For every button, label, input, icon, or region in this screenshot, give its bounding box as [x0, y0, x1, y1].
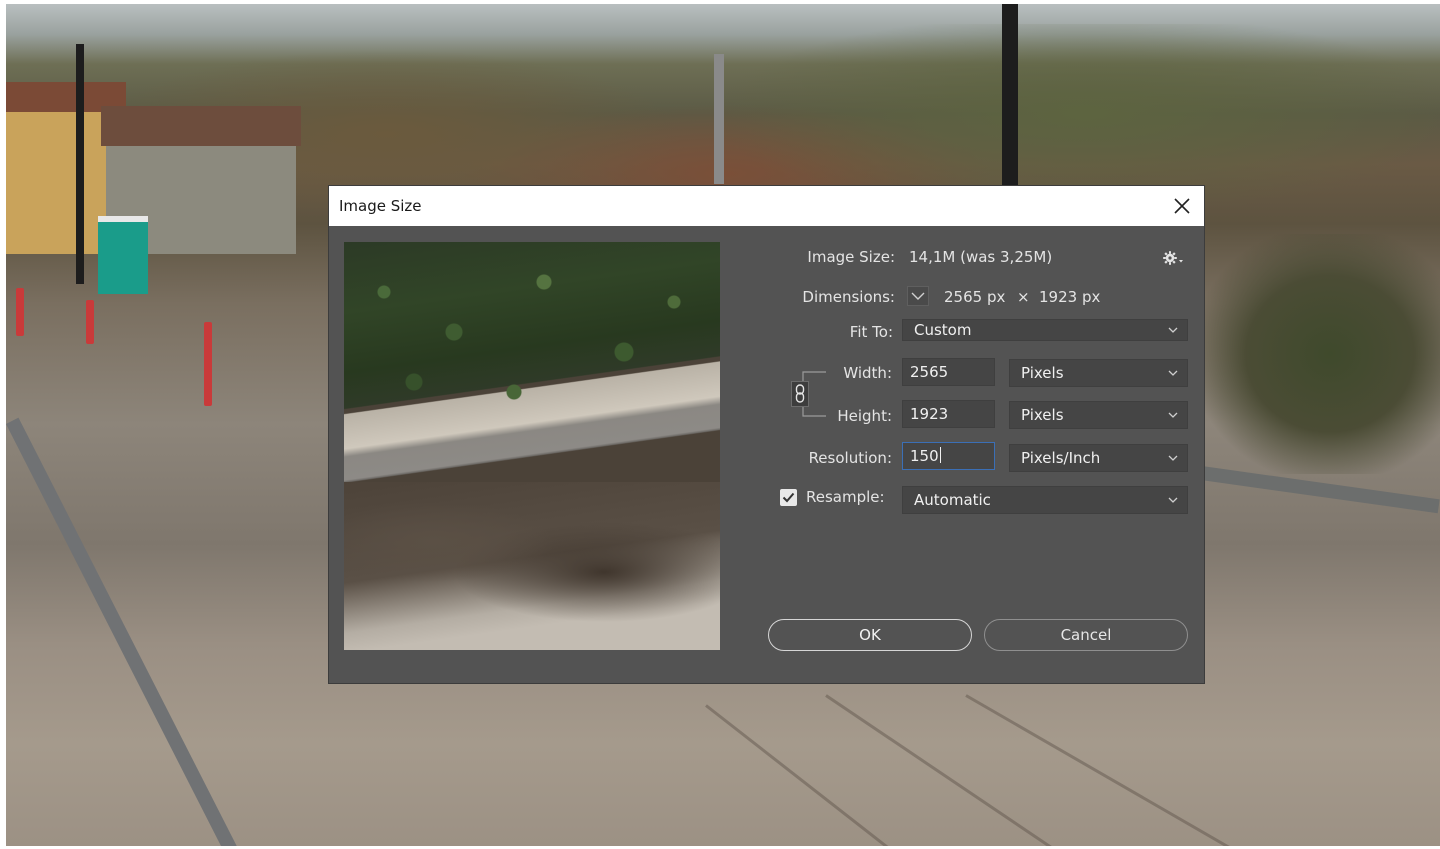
- gear-icon[interactable]: [1161, 248, 1185, 268]
- width-label: Width:: [843, 364, 892, 382]
- resample-select[interactable]: Automatic: [902, 486, 1188, 514]
- chevron-down-icon: [1167, 360, 1179, 396]
- resample-label: Resample:: [806, 488, 885, 506]
- image-size-value: 14,1M (was 3,25M): [909, 248, 1053, 266]
- red-post: [86, 300, 94, 344]
- utility-pole: [1002, 4, 1018, 186]
- cancel-button[interactable]: Cancel: [984, 619, 1188, 651]
- red-post: [204, 322, 212, 406]
- text-caret: [939, 447, 941, 463]
- chevron-down-icon: [1167, 402, 1179, 438]
- pylon: [714, 54, 724, 184]
- height-input[interactable]: 1923: [902, 400, 995, 428]
- image-size-dialog: Image Size Image Size: 14,1M (was 3,25M): [329, 186, 1204, 683]
- image-size-label: Image Size:: [807, 248, 895, 266]
- red-post: [16, 288, 24, 336]
- vegetation: [1200, 234, 1440, 474]
- tire-track: [825, 694, 1093, 846]
- image-preview[interactable]: [344, 242, 720, 650]
- dimensions-width: 2565 px: [944, 288, 1006, 306]
- resolution-value: 150: [910, 447, 939, 465]
- utility-pole-left: [76, 44, 84, 284]
- width-unit-select[interactable]: Pixels: [1009, 359, 1188, 387]
- portable-toilet: [98, 216, 148, 294]
- ok-button[interactable]: OK: [768, 619, 972, 651]
- dialog-title: Image Size: [339, 197, 422, 215]
- close-icon[interactable]: [1170, 194, 1194, 218]
- dimensions-height: 1923 px: [1039, 288, 1101, 306]
- chain-link-icon[interactable]: [791, 381, 809, 407]
- fit-to-label: Fit To:: [849, 323, 893, 341]
- resample-checkbox[interactable]: [780, 489, 797, 506]
- width-input[interactable]: 2565: [902, 358, 995, 386]
- chevron-down-icon[interactable]: [907, 286, 929, 306]
- tire-track: [965, 694, 1244, 846]
- tire-track: [705, 704, 944, 846]
- chevron-down-icon: [1167, 445, 1179, 481]
- resolution-unit-value: Pixels/Inch: [1021, 449, 1101, 467]
- resolution-unit-select[interactable]: Pixels/Inch: [1009, 444, 1188, 472]
- chevron-down-icon: [1167, 487, 1179, 523]
- preview-soil: [344, 482, 720, 650]
- dimensions-label: Dimensions:: [802, 288, 895, 306]
- fit-to-select[interactable]: Custom: [902, 319, 1188, 341]
- curb-left: [6, 417, 255, 846]
- resolution-label: Resolution:: [808, 449, 892, 467]
- chevron-down-icon: [1167, 320, 1179, 347]
- checkmark-icon: [782, 492, 795, 503]
- dimensions-times: ×: [1017, 288, 1030, 306]
- preview-foliage: [344, 242, 720, 432]
- width-unit-value: Pixels: [1021, 364, 1064, 382]
- height-label: Height:: [837, 407, 892, 425]
- resolution-input[interactable]: 150: [902, 442, 995, 470]
- dialog-titlebar[interactable]: Image Size: [329, 186, 1204, 226]
- resample-value: Automatic: [914, 491, 991, 509]
- fit-to-value: Custom: [914, 321, 972, 339]
- height-unit-select[interactable]: Pixels: [1009, 401, 1188, 429]
- height-unit-value: Pixels: [1021, 406, 1064, 424]
